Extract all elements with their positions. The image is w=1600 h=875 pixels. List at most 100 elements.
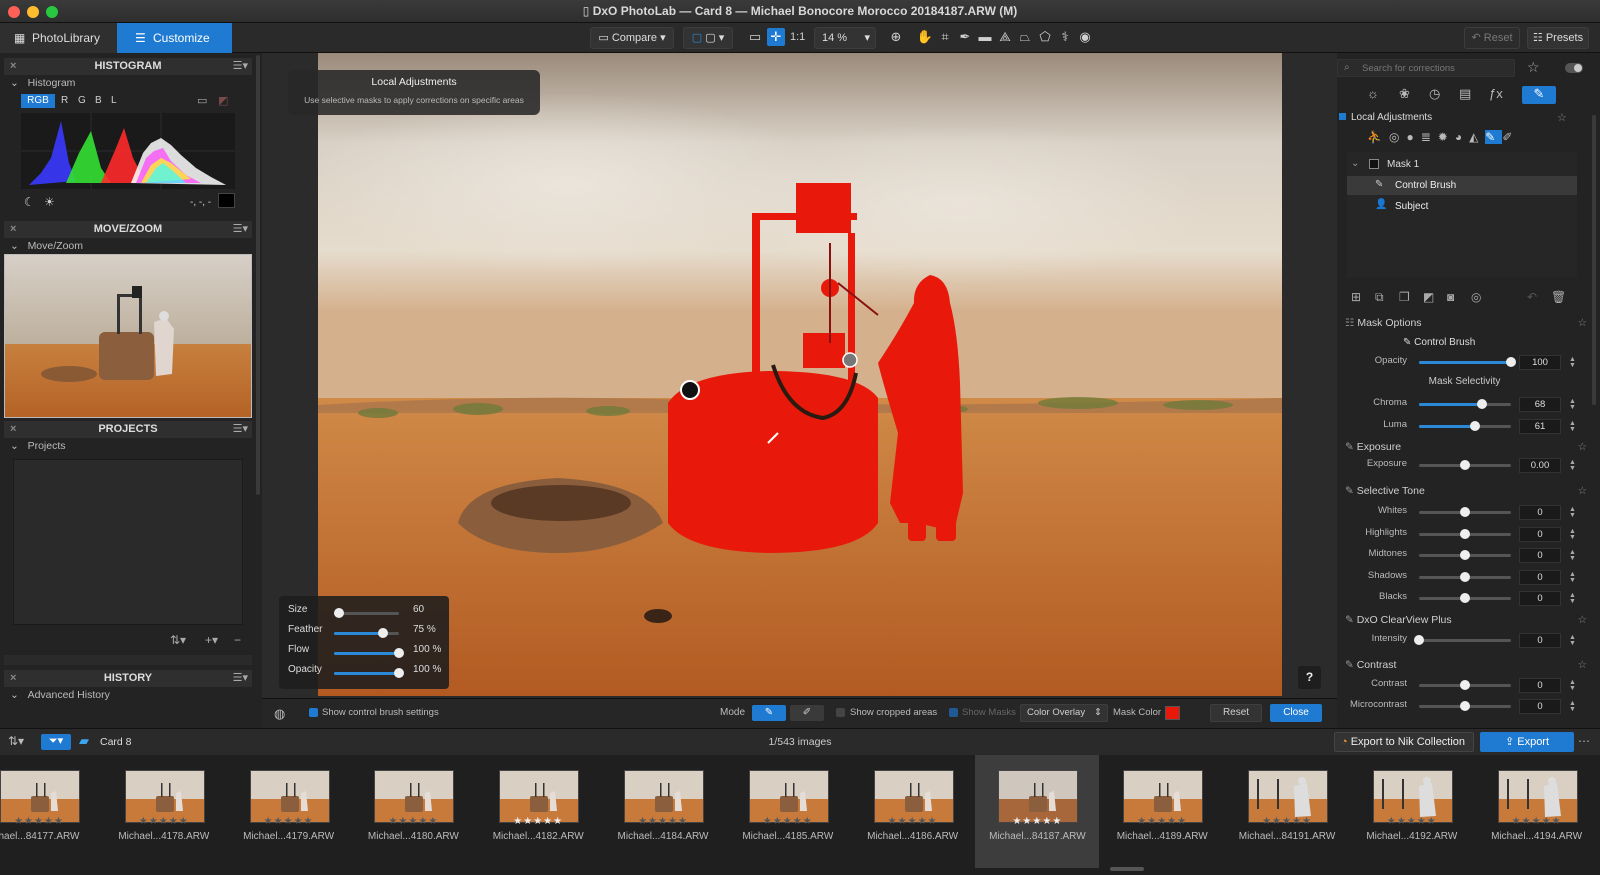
repair-tool-icon[interactable]: ⚕: [1056, 28, 1074, 46]
panel-menu-icon[interactable]: ☰▾: [233, 221, 248, 238]
hide-icon[interactable]: ◎: [1471, 290, 1481, 304]
history-subheader[interactable]: ⌄ Advanced History: [10, 689, 110, 701]
star-icon[interactable]: ☆: [1578, 659, 1587, 671]
filmstrip-scrollbar[interactable]: [1110, 867, 1144, 871]
slider-knob[interactable]: [1460, 460, 1470, 470]
exposure-value[interactable]: 0.00: [1519, 458, 1561, 473]
slider-knob[interactable]: [1460, 701, 1470, 711]
zoom-in-icon[interactable]: ⊕: [887, 28, 905, 46]
auto-mask-icon[interactable]: ●: [1406, 130, 1420, 144]
eye-icon[interactable]: ◉: [1076, 28, 1094, 46]
slider-knob[interactable]: [1470, 421, 1481, 431]
chroma-value[interactable]: 68: [1519, 397, 1561, 412]
rating-stars[interactable]: ★★★★★: [851, 816, 975, 827]
hand-tool-icon[interactable]: ✋: [916, 28, 934, 46]
filmstrip-thumb[interactable]: ★★★★★ Michael...4186.ARW: [851, 755, 975, 868]
rating-stars[interactable]: ★★★★★: [726, 816, 850, 827]
mask-options-header[interactable]: ☷ Mask Options ☆: [1345, 317, 1591, 333]
channel-b[interactable]: B: [95, 95, 102, 106]
filmstrip-thumb[interactable]: ★★★★★ Michael...4179.ARW: [227, 755, 351, 868]
filmstrip-thumb[interactable]: ★★★★★ Michael...4180.ARW: [351, 755, 475, 868]
star-icon[interactable]: ☆: [1578, 441, 1587, 453]
crop-tool-icon[interactable]: ⌗: [936, 28, 954, 46]
close-icon[interactable]: ×: [10, 58, 16, 75]
contrast-value[interactable]: 0: [1519, 678, 1561, 693]
main-photo[interactable]: [318, 53, 1282, 696]
show-brush-checkbox[interactable]: [309, 708, 318, 717]
slider-knob[interactable]: [394, 668, 404, 678]
view-mode-toggle[interactable]: ▢ ▢ ▾: [683, 27, 733, 49]
filmstrip-thumb[interactable]: ★★★★★ Michael...4178.ARW: [102, 755, 226, 868]
contrast-slider[interactable]: [1419, 680, 1511, 690]
history-header[interactable]: × HISTORY ☰▾: [4, 670, 252, 687]
perspective-tool-icon[interactable]: ⟁: [996, 28, 1014, 46]
more-icon[interactable]: ⋯: [1578, 734, 1590, 748]
stepper-icon[interactable]: ▲ ▼: [1569, 459, 1576, 472]
luma-slider[interactable]: [1419, 421, 1511, 431]
left-scrollbar[interactable]: [256, 55, 260, 495]
paint-mode-button[interactable]: ✎: [752, 705, 786, 721]
monitor-icon[interactable]: ▭: [197, 94, 207, 107]
stepper-icon[interactable]: ▲ ▼: [1569, 528, 1576, 541]
histogram-subheader[interactable]: ⌄ Histogram: [10, 77, 75, 89]
rating-stars[interactable]: ★★★★★: [227, 816, 351, 827]
filmstrip-thumb[interactable]: ★★★★★ Michael...4192.ARW: [1350, 755, 1474, 868]
channel-g[interactable]: G: [78, 95, 86, 106]
undo-icon[interactable]: ↶: [1527, 290, 1537, 304]
local-adjustments-header[interactable]: Local Adjustments ☆: [1337, 111, 1577, 127]
rating-stars[interactable]: ★★★★★: [975, 816, 1099, 827]
rating-stars[interactable]: ★★★★★: [102, 816, 226, 827]
stepper-icon[interactable]: ▲ ▼: [1569, 398, 1576, 411]
filmstrip-thumb[interactable]: ★★★★★ Michael...4185.ARW: [726, 755, 850, 868]
subject-mask-icon[interactable]: ⛹: [1367, 130, 1389, 144]
star-icon[interactable]: ☆: [1557, 111, 1567, 124]
tab-photolibrary[interactable]: ▦ PhotoLibrary: [0, 23, 117, 53]
mask-item-subject[interactable]: 👤 Subject: [1347, 197, 1577, 216]
tone-highlights-slider[interactable]: [1419, 528, 1511, 539]
erase-mode-button[interactable]: ✐: [790, 705, 824, 721]
slider-knob[interactable]: [334, 608, 345, 618]
rating-stars[interactable]: ★★★★★: [1225, 816, 1349, 827]
slider-knob[interactable]: [1460, 528, 1470, 539]
brush-pin-icon[interactable]: [680, 380, 700, 400]
microcontrast-value[interactable]: 0: [1519, 699, 1561, 714]
rating-stars[interactable]: ★★★★★: [601, 816, 725, 827]
panel-scrollbar[interactable]: [4, 655, 252, 665]
add-to-mask-icon[interactable]: ⧉: [1375, 290, 1384, 305]
movezoom-header[interactable]: × MOVE/ZOOM ☰▾: [4, 221, 252, 238]
eraser-mask-icon[interactable]: ✐: [1502, 130, 1519, 144]
rating-stars[interactable]: ★★★★★: [1350, 816, 1474, 827]
add-project-button[interactable]: +▾: [205, 633, 218, 647]
crop-view-icon[interactable]: ▭: [746, 28, 764, 46]
slider-knob[interactable]: [1460, 571, 1470, 582]
overlay-select[interactable]: Color Overlay ⇕: [1020, 704, 1108, 722]
contrast-header[interactable]: ✎ Contrast ☆: [1345, 659, 1591, 675]
filmstrip-thumb[interactable]: ★★★★★ hael...84177.ARW: [0, 755, 101, 868]
globe-icon[interactable]: ◍: [274, 706, 285, 722]
slider-knob[interactable]: [1506, 357, 1516, 367]
color-mask-icon[interactable]: ◕: [1455, 130, 1469, 144]
rating-stars[interactable]: ★★★★★: [1100, 816, 1224, 827]
microcontrast-slider[interactable]: [1419, 701, 1511, 711]
light-palette-icon[interactable]: ☼: [1367, 86, 1379, 101]
sort-icon[interactable]: ⇅▾: [8, 734, 24, 748]
projects-subheader[interactable]: ⌄ Projects: [10, 440, 66, 452]
stepper-icon[interactable]: ▲ ▼: [1569, 592, 1576, 605]
local-palette-icon[interactable]: ✎: [1522, 86, 1556, 104]
tone-blacks-slider[interactable]: [1419, 593, 1511, 603]
filmstrip-thumb[interactable]: ★★★★★ Michael...4194.ARW: [1475, 755, 1599, 868]
size-slider[interactable]: [334, 608, 399, 618]
slider-knob[interactable]: [1460, 680, 1470, 690]
clearview-header[interactable]: ✎ DxO ClearView Plus ☆: [1345, 614, 1591, 630]
stepper-icon[interactable]: ▲ ▼: [1569, 679, 1576, 692]
eyedropper-icon[interactable]: ✒: [956, 28, 974, 46]
stepper-icon[interactable]: ▲ ▼: [1569, 506, 1576, 519]
search-field[interactable]: ⌕ Search for corrections: [1337, 59, 1515, 77]
tool-close-button[interactable]: Close: [1270, 704, 1322, 722]
clipping-icon[interactable]: ◩: [218, 94, 228, 107]
sun-icon[interactable]: ☀: [44, 195, 55, 209]
tone-midtones-slider[interactable]: [1419, 550, 1511, 560]
chroma-slider[interactable]: [1419, 399, 1511, 409]
luma-value[interactable]: 61: [1519, 419, 1561, 434]
slider-knob[interactable]: [1460, 507, 1470, 517]
